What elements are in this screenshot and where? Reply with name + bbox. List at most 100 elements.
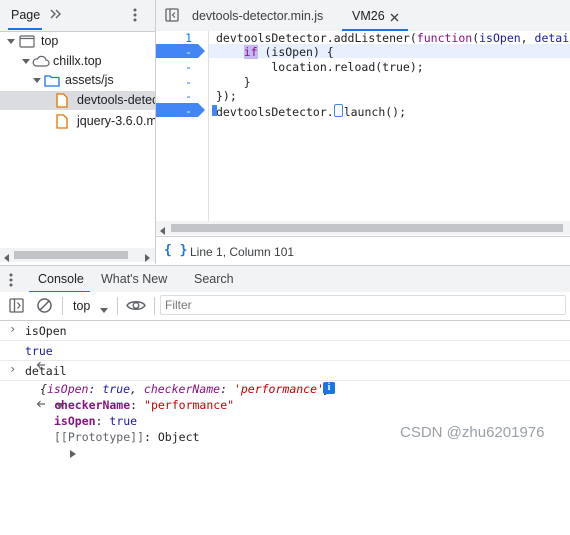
sidebar-toggle-icon[interactable] <box>9 298 24 316</box>
drawer-tabbar: Console What's New Search <box>0 265 570 294</box>
tab-search[interactable]: Search <box>194 266 234 293</box>
separator: : <box>88 382 103 396</box>
separator: : <box>220 382 234 396</box>
file-icon <box>56 93 68 110</box>
file-icon <box>56 114 68 131</box>
object-property: isOpen: true <box>54 414 137 428</box>
cloud-icon <box>32 55 50 71</box>
tree-item-folder[interactable]: assets/js <box>0 71 155 90</box>
folder-icon <box>44 74 60 90</box>
chevron-down-icon[interactable] <box>100 303 108 317</box>
console-input-row: › detail <box>0 361 570 381</box>
kebab-menu-icon[interactable] <box>8 272 14 291</box>
context-selector[interactable]: top <box>73 299 90 313</box>
code-line-6: devtoolsDetector. launch(); <box>212 104 407 119</box>
object-summary[interactable]: {isOpen: true, checkerName: 'performance… <box>40 382 331 396</box>
tree-item-file-selected[interactable]: devtools-detector.min.js <box>0 91 155 110</box>
tab-page[interactable]: Page <box>11 8 40 22</box>
navigator-tabbar: Page <box>0 0 155 32</box>
scrollbar-thumb[interactable] <box>171 224 563 232</box>
tree-item-top[interactable]: top <box>0 32 155 51</box>
code-keyword: function <box>416 31 473 45</box>
more-tabs-icon[interactable] <box>48 6 64 25</box>
inline-breakpoint-marker[interactable] <box>212 105 217 116</box>
console-input-text: detail <box>25 364 67 378</box>
property-value: Object <box>157 430 200 444</box>
navigator-scrollbar[interactable] <box>0 248 155 262</box>
tree-label: assets/js <box>65 73 114 87</box>
editor-tabbar: devtools-detector.min.js VM26 <box>156 0 570 32</box>
separator: : <box>144 430 158 444</box>
cursor-position: Line 1, Column 101 <box>190 245 295 259</box>
curly-braces-icon[interactable]: { } <box>164 243 187 258</box>
toolbar-divider <box>154 297 155 315</box>
console-output-value: true <box>25 344 53 358</box>
tree-label: chillx.top <box>53 54 102 68</box>
code-param: isOpen <box>479 31 521 45</box>
gutter-divider <box>208 31 209 221</box>
code-line-1: devtoolsDetector.addListener(function(is… <box>216 31 570 45</box>
line-number[interactable]: - <box>156 104 192 118</box>
tree-item-domain[interactable]: chillx.top <box>0 52 155 71</box>
prototype-row[interactable]: [[Prototype]]: Object <box>54 430 199 444</box>
line-number[interactable]: - <box>156 60 192 74</box>
code-line-2: if (isOpen) { <box>216 45 334 59</box>
close-icon[interactable] <box>390 11 399 25</box>
editor-scrollbar[interactable] <box>156 221 570 235</box>
code-token: devtoolsDetector. <box>216 105 334 119</box>
eye-icon[interactable] <box>126 298 146 316</box>
code-line-4: } <box>216 75 251 89</box>
line-number[interactable]: - <box>156 45 192 59</box>
console-input-row: › isOpen <box>0 321 570 341</box>
code-param: detail <box>534 31 570 45</box>
tree-item-file[interactable]: jquery-3.6.0.min.js <box>0 112 155 131</box>
code-token: , <box>520 31 535 45</box>
line-number[interactable]: - <box>156 89 192 103</box>
navigator-pane: Page top chillx.top assets/js devtools-d… <box>0 0 156 264</box>
separator: , <box>130 382 144 396</box>
toolbar-divider <box>117 297 118 315</box>
kebab-menu-icon[interactable] <box>132 7 138 26</box>
summary-key: checkerName <box>143 382 221 396</box>
clear-console-icon[interactable] <box>36 297 53 317</box>
tree-label: devtools-detector.min.js <box>77 93 155 107</box>
editor-tab-vm[interactable]: VM26 <box>352 9 385 23</box>
chevron-down-icon[interactable] <box>6 32 16 51</box>
console-output-row: true <box>0 341 570 369</box>
console-input-text: isOpen <box>25 324 67 338</box>
property-key: [[Prototype]] <box>54 430 145 444</box>
line-number[interactable]: - <box>156 75 192 89</box>
separator: : <box>130 398 145 412</box>
property-key: isOpen <box>54 414 96 428</box>
summary-key: isOpen <box>46 382 89 396</box>
property-key: checkerName <box>54 398 131 412</box>
console-toolbar: top <box>0 292 570 321</box>
chevron-right-icon: › <box>9 322 17 336</box>
inline-breakpoint-marker[interactable] <box>333 104 343 117</box>
filter-input[interactable] <box>160 295 566 315</box>
property-value: "performance" <box>144 398 235 412</box>
line-number[interactable]: 1 <box>156 31 192 45</box>
editor-status-bar: { } Line 1, Column 101 <box>156 236 570 265</box>
scrollbar-thumb[interactable] <box>14 251 128 259</box>
brace: { <box>40 382 47 396</box>
tab-whats-new[interactable]: What's New <box>101 266 167 293</box>
info-icon[interactable]: i <box>323 382 335 394</box>
code-token: devtoolsDetector.addListener( <box>216 31 417 45</box>
scroll-right-icon[interactable] <box>143 251 151 265</box>
code-editor[interactable]: 1 - - - - - devtoolsDetector.addListener… <box>156 31 570 221</box>
active-tab-indicator <box>8 28 42 30</box>
tree-label: top <box>41 34 59 48</box>
code-token: (isOpen) { <box>257 45 334 59</box>
code-line-5: }); <box>216 89 237 103</box>
chevron-down-icon[interactable] <box>32 71 42 90</box>
code-keyword: if <box>243 45 258 59</box>
toggle-navigator-icon[interactable] <box>165 8 179 25</box>
property-value: true <box>109 414 138 428</box>
chevron-down-icon[interactable] <box>21 52 31 71</box>
editor-tab-file[interactable]: devtools-detector.min.js <box>192 9 323 23</box>
code-token: launch(); <box>343 105 407 119</box>
summary-value: 'performance' <box>233 382 324 396</box>
scroll-left-icon[interactable] <box>3 251 11 265</box>
tab-console[interactable]: Console <box>38 266 84 293</box>
